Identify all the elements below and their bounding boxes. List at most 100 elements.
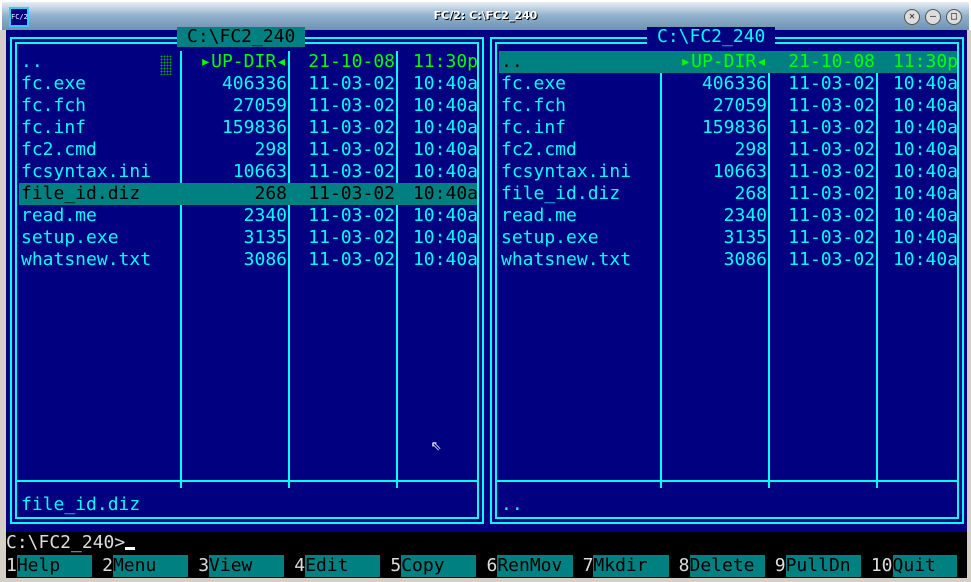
file-time: 10:40a xyxy=(412,227,478,248)
file-date: 11-03-02 xyxy=(788,249,875,270)
fkey-mkdir[interactable]: 7 Mkdir xyxy=(583,555,679,577)
file-name: fc.fch xyxy=(21,95,87,116)
fkey-number: 7 xyxy=(582,555,594,576)
panel-path-title: C:\FC2_240 xyxy=(647,27,776,47)
file-row[interactable]: file_id.diz 268 11-03-02 10:40a xyxy=(499,183,958,205)
minimize-icon[interactable]: – xyxy=(925,9,941,25)
fkey-edit[interactable]: 4 Edit xyxy=(294,555,390,577)
file-row[interactable]: whatsnew.txt 3086 11-03-02 10:40a xyxy=(19,249,478,271)
file-size: 159836 xyxy=(701,117,767,138)
file-size: 268 xyxy=(254,183,287,204)
file-row[interactable]: fc.fch 27059 11-03-02 10:40a xyxy=(19,95,478,117)
file-date: 11-03-02 xyxy=(788,161,875,182)
file-time: 10:40a xyxy=(892,183,958,204)
file-name: file_id.diz xyxy=(21,183,141,204)
file-row[interactable]: fc.fch 27059 11-03-02 10:40a xyxy=(499,95,958,117)
right-panel[interactable]: C:\FC2_240.. ▸UP-DIR◂ 21-10-08 11:30p fc.exe… xyxy=(490,27,964,524)
file-name: whatsnew.txt xyxy=(21,249,152,270)
fkey-number: 2 xyxy=(102,555,113,576)
file-row[interactable]: whatsnew.txt 3086 11-03-02 10:40a xyxy=(499,249,958,271)
file-row[interactable]: .. ▸UP-DIR◂ 21-10-08 11:30p xyxy=(499,51,958,73)
file-size: 298 xyxy=(734,139,767,160)
file-name: setup.exe xyxy=(501,227,599,248)
file-row[interactable]: fc.inf 159836 11-03-02 10:40a xyxy=(19,117,478,139)
fkey-copy[interactable]: 5 Copy xyxy=(390,555,486,577)
fkey-help[interactable]: 1 Help xyxy=(6,555,102,577)
fkey-label: Delete xyxy=(689,555,765,577)
fkey-label: Quit xyxy=(892,555,957,577)
file-date: 11-03-02 xyxy=(788,205,875,226)
close-icon[interactable]: ✕ xyxy=(904,9,920,25)
file-row[interactable]: fcsyntax.ini 10663 11-03-02 10:40a xyxy=(19,161,478,183)
file-size: 3135 xyxy=(723,227,767,248)
fkey-menu[interactable]: 2 Menu xyxy=(102,555,198,577)
file-row[interactable]: setup.exe 3135 11-03-02 10:40a xyxy=(499,227,958,249)
file-row[interactable]: fcsyntax.ini 10663 11-03-02 10:40a xyxy=(499,161,958,183)
file-size: 3135 xyxy=(243,227,287,248)
file-time: 10:40a xyxy=(892,95,958,116)
file-row[interactable]: read.me 2340 11-03-02 10:40a xyxy=(499,205,958,227)
function-key-bar: 1 Help 2 Menu 3 View 4 Edit 5 Copy 6 RenMov 7 Mkdir 8 D… xyxy=(6,555,967,577)
file-row[interactable]: .. ▸UP-DIR◂ 21-10-08 11:30p xyxy=(19,51,478,73)
file-row[interactable]: fc2.cmd 298 11-03-02 10:40a xyxy=(19,139,478,161)
fkey-label: Copy xyxy=(401,555,477,577)
file-name: .. xyxy=(21,51,43,72)
file-size: 406336 xyxy=(701,73,767,94)
left-panel[interactable]: C:\FC2_240.. ▸UP-DIR◂ 21-10-08 11:30p fc.exe… xyxy=(10,27,484,524)
command-line[interactable]: C:\FC2_240> xyxy=(6,532,136,554)
window-title: FC/2: C:\FC2_240 xyxy=(433,9,538,22)
file-date: 11-03-02 xyxy=(308,139,395,160)
file-row[interactable]: fc.exe 406336 11-03-02 10:40a xyxy=(499,73,958,95)
file-size: 3086 xyxy=(243,249,287,270)
fkey-delete[interactable]: 8 Delete xyxy=(679,555,775,577)
file-size: 268 xyxy=(734,183,767,204)
file-time: 10:40a xyxy=(892,205,958,226)
file-date: 11-03-02 xyxy=(308,95,395,116)
file-size: 159836 xyxy=(221,117,287,138)
file-size: ▸UP-DIR◂ xyxy=(680,51,767,72)
text-cursor xyxy=(125,547,136,550)
info-separator xyxy=(17,480,477,482)
fkey-number: 4 xyxy=(294,555,306,576)
fkey-number: 1 xyxy=(6,555,17,576)
file-size: 27059 xyxy=(232,95,287,116)
file-time: 11:30p xyxy=(412,51,478,72)
fkey-label: View xyxy=(209,555,285,577)
file-name: whatsnew.txt xyxy=(501,249,632,270)
title-bar[interactable]: FC/2 FC/2: C:\FC2_240 ✕ – □ xyxy=(0,0,971,30)
mouse-pointer-icon: ⇖ xyxy=(431,434,442,455)
file-size: 2340 xyxy=(723,205,767,226)
file-row[interactable]: setup.exe 3135 11-03-02 10:40a xyxy=(19,227,478,249)
fkey-view[interactable]: 3 View xyxy=(198,555,294,577)
file-time: 10:40a xyxy=(892,161,958,182)
file-size: 406336 xyxy=(221,73,287,94)
file-row[interactable]: fc2.cmd 298 11-03-02 10:40a xyxy=(499,139,958,161)
file-date: 11-03-02 xyxy=(308,161,395,182)
command-prompt: C:\FC2_240> xyxy=(6,532,126,553)
file-name: fc2.cmd xyxy=(501,139,577,160)
file-date: 11-03-02 xyxy=(308,73,395,94)
file-time: 10:40a xyxy=(892,139,958,160)
fkey-pulldn[interactable]: 9 PullDn xyxy=(775,555,871,577)
file-date: 11-03-02 xyxy=(308,117,395,138)
fkey-label: Help xyxy=(16,555,93,577)
file-time: 10:40a xyxy=(412,95,478,116)
file-name: fcsyntax.ini xyxy=(21,161,152,182)
maximize-icon[interactable]: □ xyxy=(946,9,962,25)
file-row[interactable]: fc.inf 159836 11-03-02 10:40a xyxy=(499,117,958,139)
fkey-renmov[interactable]: 6 RenMov xyxy=(486,555,582,577)
fkey-label: RenMov xyxy=(497,555,573,577)
panels-area: C:\FC2_240.. ▸UP-DIR◂ 21-10-08 11:30p fc.exe… xyxy=(6,27,967,532)
file-row[interactable]: file_id.diz 268 11-03-02 10:40a xyxy=(19,183,478,205)
file-row[interactable]: fc.exe 406336 11-03-02 10:40a xyxy=(19,73,478,95)
file-row[interactable]: read.me 2340 11-03-02 10:40a xyxy=(19,205,478,227)
file-name: fc.fch xyxy=(501,95,567,116)
file-name: fcsyntax.ini xyxy=(501,161,632,182)
file-name: .. xyxy=(501,51,523,72)
fkey-number: 9 xyxy=(774,555,786,576)
file-name: fc.exe xyxy=(21,73,87,94)
file-name: read.me xyxy=(21,205,97,226)
fkey-quit[interactable]: 10 Quit xyxy=(871,555,967,577)
info-separator xyxy=(497,480,957,482)
file-size: 298 xyxy=(254,139,287,160)
